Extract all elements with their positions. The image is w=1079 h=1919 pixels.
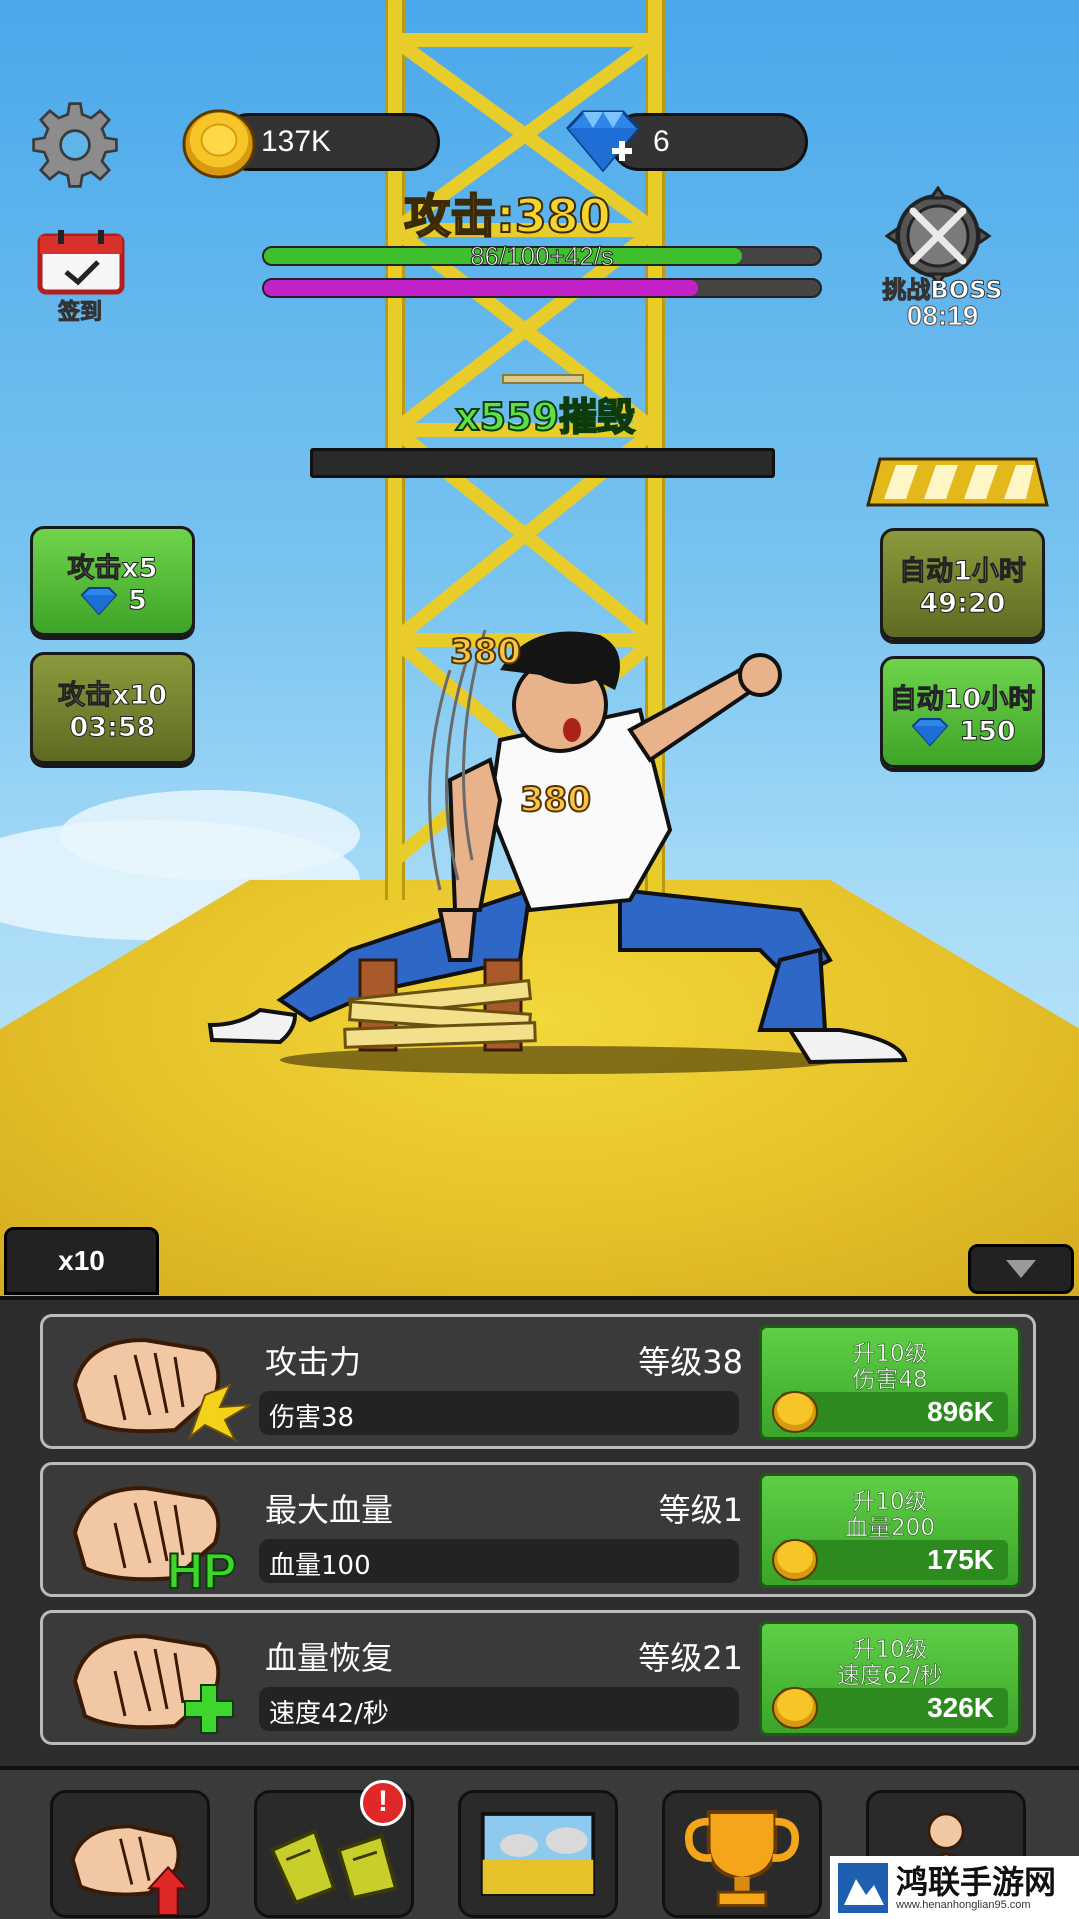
scene-map-icon [480, 1812, 596, 1896]
calendar-checkin-icon[interactable] [36, 228, 126, 296]
upgrade-name: 攻击力 [265, 1343, 362, 1381]
auto-10h-label: 自动10小时 [889, 684, 1036, 716]
fist-upgrade-icon [70, 1824, 190, 1915]
coin-icon [182, 109, 256, 179]
boss-timer: 08:19 [906, 300, 979, 332]
attack-x10-label: 攻击x10 [58, 680, 168, 712]
gem-icon [80, 586, 118, 615]
auto-10h-cost: 150 [959, 716, 1016, 748]
auto-10h-button[interactable]: 自动10小时 150 [880, 656, 1045, 768]
gem-icon [911, 717, 949, 746]
coin-icon [772, 1539, 818, 1581]
coin-icon [772, 1687, 818, 1729]
upgrade-button[interactable]: 升10级 速度62/秒 326K [759, 1621, 1021, 1736]
upgrade-level: 等级38 [638, 1343, 743, 1381]
nav-scene-button[interactable] [458, 1790, 618, 1918]
upgrade-panel: 攻击力 等级38 伤害38 升10级 伤害48 896K HP 最大血量 等级1 [0, 1296, 1079, 1766]
upgrade-button[interactable]: 升10级 血量200 175K [759, 1473, 1021, 1588]
svg-text:HP: HP [167, 1543, 236, 1593]
upgrade-name: 血量恢复 [265, 1639, 394, 1677]
multiplier-tab[interactable]: x10 [4, 1227, 159, 1295]
add-gem-icon[interactable] [558, 108, 648, 174]
fist-hp-icon: HP [72, 1485, 237, 1593]
auto-1h-timer: 49:20 [919, 588, 1006, 620]
fist-impact-icon [72, 1337, 251, 1443]
nav-upgrade-button[interactable] [50, 1790, 210, 1918]
attack-x5-button[interactable]: 攻击x5 5 [30, 526, 195, 636]
attack-power-label: 攻击:380 [403, 188, 611, 244]
upgrade-level: 等级1 [658, 1491, 743, 1529]
upgrade-level: 等级21 [638, 1639, 743, 1677]
upgrade-price: 896K [927, 1396, 994, 1427]
attack-x10-timer: 03:58 [69, 712, 156, 744]
coin-amount: 137K [261, 125, 332, 158]
damage-number: 380 [519, 779, 592, 821]
upgrade-stat-bar: 速度42/秒 [259, 1687, 739, 1731]
upgrade-row: 血量恢复 等级21 速度42/秒 升10级 速度62/秒 326K [40, 1610, 1036, 1745]
watermark-url: www.henanhonglian95.com [896, 1898, 1031, 1911]
upgrade-stat: 伤害38 [269, 1403, 355, 1433]
collapse-panel-button[interactable] [968, 1244, 1074, 1294]
break-stack-top [502, 374, 584, 384]
upgrade-name: 最大血量 [265, 1491, 394, 1529]
upgrade-row: 攻击力 等级38 伤害38 升10级 伤害48 896K [40, 1314, 1036, 1449]
attack-x5-label: 攻击x5 [67, 553, 158, 585]
speed-stripes-banner [866, 457, 1049, 507]
hp-text: 86/100+42/s [470, 241, 615, 272]
nav-trophy-button[interactable] [662, 1790, 822, 1918]
power-bar [262, 278, 822, 298]
coin-icon [772, 1391, 818, 1433]
watermark-logo-icon [838, 1862, 888, 1913]
upgrade-row: HP 最大血量 等级1 血量100 升10级 血量200 175K [40, 1462, 1036, 1597]
upgrade-price: 326K [927, 1692, 994, 1723]
alert-badge: ! [360, 1780, 406, 1826]
watermark-title: 鸿联手游网 [896, 1862, 1057, 1901]
settings-gear-icon[interactable] [30, 100, 120, 190]
auto-1h-label: 自动1小时 [899, 556, 1027, 588]
upgrade-stat: 血量100 [269, 1551, 371, 1581]
multiplier-label: x10 [58, 1245, 105, 1276]
checkin-label[interactable]: 签到 [40, 294, 120, 326]
damage-number: 380 [449, 631, 522, 673]
destroy-count: x559摧毁 [454, 394, 636, 440]
karate-fighter [207, 630, 908, 1074]
attack-x5-cost: 5 [128, 585, 148, 617]
triangle-down-icon [1006, 1260, 1036, 1278]
upgrade-price: 175K [927, 1544, 994, 1575]
trophy-icon [685, 1810, 799, 1907]
break-stack-bar [310, 448, 775, 478]
auto-1h-button[interactable]: 自动1小时 49:20 [880, 528, 1045, 640]
upgrade-button[interactable]: 升10级 伤害48 896K [759, 1325, 1021, 1440]
power-bar-fill [264, 280, 698, 296]
upgrade-stat-bar: 伤害38 [259, 1391, 739, 1435]
upgrade-stat-bar: 血量100 [259, 1539, 739, 1583]
site-watermark: 鸿联手游网 www.henanhonglian95.com [830, 1856, 1079, 1919]
fist-heal-icon [72, 1633, 234, 1734]
gem-amount: 6 [653, 125, 670, 158]
upgrade-stat: 速度42/秒 [269, 1699, 389, 1729]
hp-bar: 86/100+42/s [262, 241, 822, 272]
attack-x10-button[interactable]: 攻击x10 03:58 [30, 652, 195, 764]
